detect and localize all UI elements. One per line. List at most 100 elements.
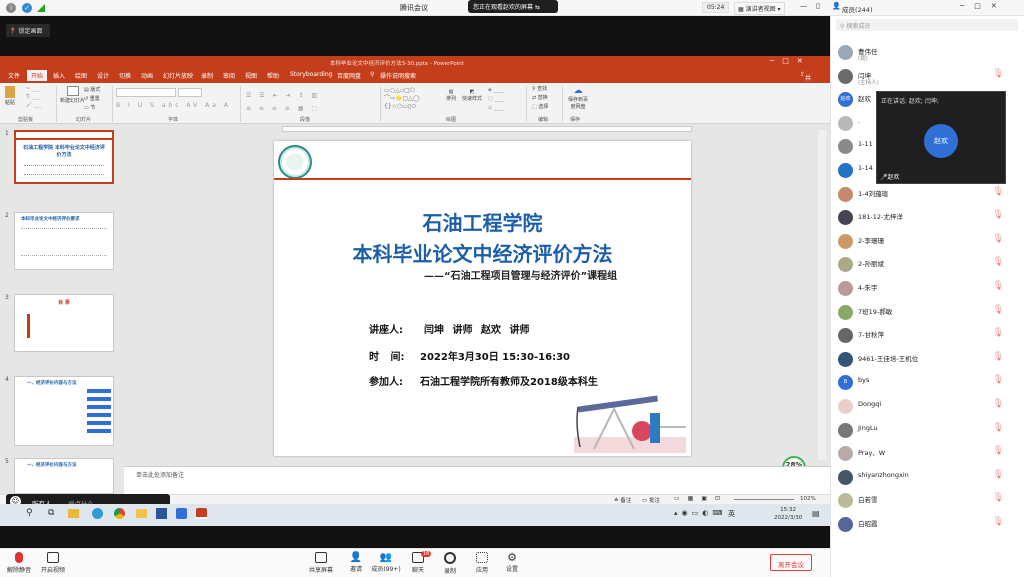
exit-icon[interactable]: ⇆	[535, 4, 540, 11]
tab-help[interactable]: 帮助	[267, 71, 279, 80]
member-row[interactable]: Dongqi 🎙	[838, 397, 1018, 415]
explorer-icon[interactable]	[68, 509, 79, 518]
view-buttons[interactable]: ▭▦▣⊡	[674, 495, 728, 502]
member-row[interactable]: 7班19-郝敏 🎙	[838, 303, 1018, 321]
unmute-button[interactable]: 解除静音	[4, 552, 34, 574]
font-format-buttons[interactable]: B I U S abc AV Aa A	[116, 102, 231, 109]
member-row[interactable]: 闫坤 (主持人) 🎙	[838, 67, 1018, 86]
new-slide-button[interactable]: 新建幻灯片	[60, 86, 85, 104]
thumbnail-2[interactable]: 本科毕业论文中经济评价要求	[14, 212, 114, 270]
tab-view[interactable]: 视图	[245, 71, 257, 80]
leave-meeting-button[interactable]: 离开会议	[770, 554, 812, 571]
invite-label: 邀请	[349, 566, 362, 573]
share-notice: 您正在观看赵欢的屏幕 ⇆	[468, 0, 558, 13]
share-button[interactable]: ⇪ 共享	[800, 71, 811, 91]
paste-button[interactable]: 粘贴	[5, 86, 15, 106]
chrome-icon[interactable]	[114, 508, 125, 519]
tab-slideshow[interactable]: 幻灯片放映	[163, 71, 193, 80]
member-row[interactable]: 曹伟任 (我)	[838, 43, 1018, 62]
avatar	[838, 139, 853, 155]
shield-icon[interactable]: ✓	[22, 3, 32, 13]
tab-transitions[interactable]: 切换	[119, 71, 131, 80]
font-size-box[interactable]	[178, 88, 202, 97]
view-mode-button[interactable]: ▦ 演讲者视图 ▾	[734, 2, 785, 15]
speaking-video-tile[interactable]: 正在讲话: 赵欢; 闫坤; 赵欢 🎤赵欢	[876, 91, 1006, 184]
thumbnail-5[interactable]: 一、经济评价内容与方法	[14, 458, 114, 494]
member-row[interactable]: 181-12-尤梓洋 🎙	[838, 208, 1018, 226]
paragraph-buttons[interactable]: ☰ ☰ ⇤ ⇥ ↕ ▥ ≡ ≡ ≡ ≡ ▦ ⬚	[246, 89, 320, 115]
signal-icon[interactable]	[37, 4, 45, 12]
ppt-window-controls[interactable]: ─□✕	[770, 57, 811, 65]
members-button[interactable]: 👥 成员(99+)	[370, 552, 402, 573]
member-row[interactable]: 9461-王佳培-王机位 🎙	[838, 350, 1018, 368]
cut-copy-buttons[interactable]: ✂ ___ ⎘ ___ 🖌 ___	[26, 85, 41, 109]
tab-draw[interactable]: 绘图	[75, 71, 87, 80]
tab-record[interactable]: 录制	[201, 71, 213, 80]
settings-button[interactable]: ⚙ 设置	[500, 552, 524, 574]
member-row[interactable]: 2-孙丽斌 🎙	[838, 255, 1018, 273]
notes-pane[interactable]: 单击此处添加备注	[124, 466, 830, 494]
files-icon[interactable]	[136, 509, 147, 518]
invite-button[interactable]: 👤 邀请	[344, 552, 368, 573]
member-row[interactable]: 1-4刘蕴瑄 🎙	[838, 185, 1018, 203]
tab-design[interactable]: 设计	[97, 71, 109, 80]
font-name-box[interactable]	[116, 88, 176, 97]
member-row[interactable]: 白昭霞 🎙	[838, 515, 1018, 533]
edge-icon[interactable]	[92, 508, 103, 519]
apps-button[interactable]: 应用	[470, 552, 494, 574]
thumbnail-3[interactable]: 目 录	[14, 294, 114, 352]
tab-insert[interactable]: 插入	[53, 71, 65, 80]
shape-fill-buttons[interactable]: ◆ ____ ▢ ____ ◎ ____	[488, 86, 504, 113]
tab-file[interactable]: 文件	[8, 71, 20, 80]
powerpoint-icon[interactable]	[196, 508, 207, 519]
search-icon[interactable]: ⚲	[26, 508, 33, 518]
member-row[interactable]: Bbys 🎙	[838, 373, 1018, 391]
ime-indicator[interactable]: 英	[728, 509, 735, 519]
quick-styles-button[interactable]: ◩ 快速样式	[462, 89, 482, 102]
avatar	[838, 233, 853, 249]
member-row[interactable]: shiyanzhongxin 🎙	[838, 468, 1018, 486]
record-button[interactable]: 录制	[438, 552, 462, 575]
tab-baidu[interactable]: 百度网盘	[337, 71, 361, 80]
shapes-gallery[interactable]: ▭○△▱□⬠ ⌒⇨⭐▢△◯ {}☆⬡▭▯⬭	[384, 87, 440, 113]
minimize-icon[interactable]: —	[800, 2, 807, 10]
editing-buttons[interactable]: ⚲ 查找 ⇄ 替换 ⬚ 选择	[532, 85, 548, 112]
current-slide[interactable]: 石油工程学院 本科毕业论文中经济评价方法 ——“石油工程项目管理与经济评价”课程…	[274, 141, 691, 456]
member-row[interactable]: Pray、W 🎙	[838, 444, 1018, 462]
notification-icon[interactable]: ▤	[812, 509, 820, 518]
panel-toggle-icon[interactable]: ▯	[816, 2, 820, 10]
member-name: 2-孙丽斌	[858, 260, 884, 269]
notes-toggle[interactable]: ≙ 备注	[614, 496, 631, 504]
meeting-icon[interactable]	[176, 508, 187, 519]
zoom-slider[interactable]	[734, 499, 794, 500]
member-row[interactable]: 2-李珊珊 🎙	[838, 232, 1018, 250]
comments-toggle[interactable]: ▭ 批注	[642, 496, 660, 504]
arrange-button[interactable]: ▧ 排列	[446, 89, 456, 102]
video-button[interactable]: 开启视频	[38, 552, 68, 574]
member-row[interactable]: 4-朱宇 🎙	[838, 279, 1018, 297]
save-baidu-button[interactable]: ☁ 保存到百度网盘	[566, 86, 590, 110]
tray-icons[interactable]: ▴◉▭◐⌨	[674, 509, 726, 517]
windows-taskbar: ⚲ ⧉ ▴◉▭◐⌨ 英 15:32 2022/3/30 ▤	[0, 504, 830, 526]
info-icon[interactable]: i	[6, 3, 16, 13]
member-row[interactable]: JingLu 🎙	[838, 421, 1018, 439]
vertical-scrollbar[interactable]	[818, 130, 826, 460]
thumbnail-1[interactable]: 石油工程学院 本科毕业论文中经济评价方法	[14, 130, 114, 184]
layout-button[interactable]: ▤ 版式 ↺ 重置 ▭ 节	[84, 86, 100, 113]
window-controls[interactable]: ─□✕	[960, 2, 1007, 10]
task-view-icon[interactable]: ⧉	[48, 508, 54, 518]
replace-label: 替换	[537, 95, 548, 101]
word-icon[interactable]	[156, 508, 167, 519]
member-row[interactable]: 白若雪 🎙	[838, 491, 1018, 509]
lock-view-button[interactable]: 📍 锁定画面	[6, 24, 50, 37]
tab-home[interactable]: 开始	[27, 70, 48, 81]
thumbnail-4[interactable]: 一、经济评价内容与方法	[14, 376, 114, 446]
member-row[interactable]: 7-甘秋萍 🎙	[838, 326, 1018, 344]
share-screen-button[interactable]: 共享屏幕	[306, 552, 336, 574]
tell-me-search[interactable]: 操作说明搜索	[380, 71, 416, 80]
tab-storyboarding[interactable]: Storyboarding	[290, 71, 332, 78]
tab-review[interactable]: 审阅	[223, 71, 235, 80]
tab-animations[interactable]: 动画	[141, 71, 153, 80]
group-drawing: 绘图	[446, 117, 457, 123]
member-search-input[interactable]: ⚲ 搜索成员	[836, 19, 1018, 31]
